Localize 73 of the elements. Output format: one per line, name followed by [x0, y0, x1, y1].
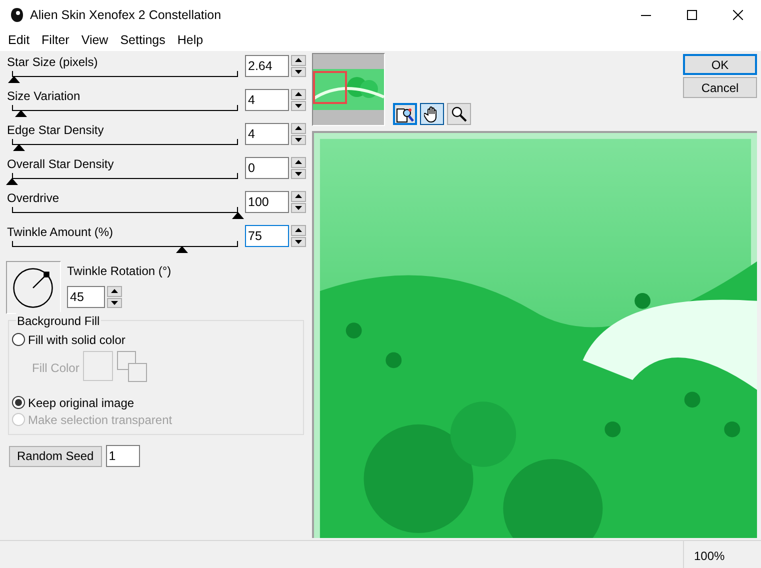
slider-label: Size Variation: [6, 89, 82, 103]
magnifier-icon: [451, 106, 467, 122]
spin-up-button[interactable]: [291, 157, 306, 168]
spin-up-button[interactable]: [291, 225, 306, 236]
slider-label: Overdrive: [6, 191, 60, 205]
spin-down-button[interactable]: [107, 298, 122, 308]
spin-down-button[interactable]: [291, 66, 306, 77]
spin-down-button[interactable]: [291, 168, 306, 179]
spin-down-button[interactable]: [291, 202, 306, 213]
value-input[interactable]: 4: [245, 123, 289, 145]
hand-tool-button[interactable]: [420, 103, 444, 125]
down-arrow-icon: [295, 104, 302, 108]
rotation-input[interactable]: 45: [67, 286, 105, 308]
spin-down-button[interactable]: [291, 134, 306, 145]
zoom-level: 100%: [683, 541, 761, 568]
slider-thumb[interactable]: [6, 178, 18, 185]
up-arrow-icon: [295, 160, 302, 164]
menu-item[interactable]: Edit: [2, 31, 36, 50]
slider-thumb[interactable]: [12, 144, 25, 151]
spin-up-button[interactable]: [291, 55, 306, 66]
slider-label: Overall Star Density: [6, 157, 115, 171]
seed-input[interactable]: 1: [106, 445, 140, 467]
down-arrow-icon: [295, 206, 302, 210]
down-arrow-icon: [295, 240, 302, 244]
spin-up-button[interactable]: [291, 123, 306, 134]
slider-thumb[interactable]: [176, 246, 188, 253]
up-arrow-icon: [295, 126, 302, 130]
close-icon[interactable]: [733, 10, 743, 20]
spin-up-button[interactable]: [291, 191, 306, 202]
color-swatch[interactable]: [83, 351, 114, 381]
value-input[interactable]: 75: [245, 225, 289, 247]
value-input[interactable]: 2.64: [245, 55, 289, 77]
down-arrow-icon: [295, 138, 302, 142]
down-arrow-icon: [111, 300, 118, 305]
spin-up-button[interactable]: [291, 89, 306, 100]
menu-item[interactable]: View: [75, 31, 114, 50]
menu-item[interactable]: Filter: [36, 31, 76, 50]
slider-label: Star Size (pixels): [6, 55, 99, 69]
swap-colors-icon[interactable]: [117, 351, 148, 383]
dialog-button[interactable]: OK: [683, 54, 757, 75]
field-label: Fill Color: [32, 360, 80, 377]
radio-option[interactable]: Keep original image: [12, 394, 134, 411]
value-input[interactable]: 100: [245, 191, 289, 213]
slider-label: Edge Star Density: [6, 123, 105, 137]
slider-thumb[interactable]: [15, 110, 28, 117]
spin-down-button[interactable]: [291, 100, 306, 111]
navigator-icon: [396, 106, 414, 122]
value-input[interactable]: 0: [245, 157, 289, 179]
navigator-tool-button[interactable]: [393, 103, 417, 125]
value-input[interactable]: 4: [245, 89, 289, 111]
window-title: Alien Skin Xenofex 2 Constellation: [30, 6, 222, 24]
down-arrow-icon: [295, 172, 302, 176]
group-title: Background Fill: [16, 312, 101, 330]
spin-down-button[interactable]: [291, 236, 306, 247]
slider-label: Twinkle Amount (%): [6, 225, 114, 239]
up-arrow-icon: [111, 289, 118, 294]
dialog-button[interactable]: Cancel: [683, 77, 757, 98]
navigator-thumbnail[interactable]: [312, 53, 385, 126]
spin-up-button[interactable]: [107, 286, 122, 296]
up-arrow-icon: [295, 228, 302, 232]
up-arrow-icon: [295, 194, 302, 198]
menu-item[interactable]: Settings: [114, 31, 172, 50]
field-label: Twinkle Rotation (°): [67, 263, 172, 280]
up-arrow-icon: [295, 58, 302, 62]
magnifier-tool-button[interactable]: [447, 103, 471, 125]
up-arrow-icon: [295, 92, 302, 96]
down-arrow-icon: [295, 70, 302, 74]
maximize-icon[interactable]: [687, 10, 697, 20]
random-seed-button[interactable]: Random Seed: [9, 446, 102, 466]
app-icon: [10, 7, 24, 23]
slider-thumb[interactable]: [8, 76, 20, 83]
radio-option[interactable]: Fill with solid color: [12, 331, 126, 348]
menu-item[interactable]: Help: [171, 31, 210, 50]
